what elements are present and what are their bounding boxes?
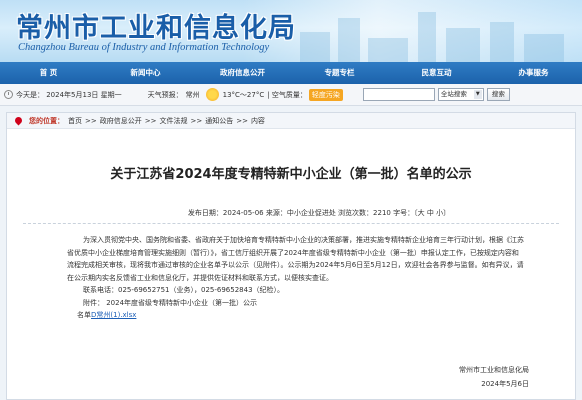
breadcrumb-separator: >> xyxy=(190,116,203,125)
clock-icon xyxy=(4,90,13,99)
breadcrumb-separator: >> xyxy=(144,116,157,125)
breadcrumb-home[interactable]: 首页 xyxy=(68,116,82,126)
info-bar: 今天是： 2024年5月13日 星期一 天气预报： 常州 13°C～27°C |… xyxy=(0,84,582,106)
breadcrumb: 您的位置： 首页 >> 政府信息公开 >> 文件法规 >> 通知公告 >> 内容 xyxy=(7,113,575,129)
article-body: 为深入贯彻党中央、国务院和省委、省政府关于加快培育专精特新中小企业的决策部署，推… xyxy=(7,224,575,322)
content-panel: 您的位置： 首页 >> 政府信息公开 >> 文件法规 >> 通知公告 >> 内容… xyxy=(6,112,576,400)
weather-label: 天气预报： xyxy=(147,90,183,99)
search-button[interactable]: 搜索 xyxy=(486,88,510,101)
air-quality-label: | 空气质量： xyxy=(267,90,307,99)
breadcrumb-separator: >> xyxy=(236,116,248,125)
banner-building xyxy=(490,22,514,62)
banner-building xyxy=(300,32,330,62)
search-input[interactable] xyxy=(362,88,435,101)
search-scope-select[interactable]: 全站搜索 ▼ xyxy=(437,88,484,101)
list-prefix: 名单 xyxy=(77,311,91,319)
font-size-medium-button[interactable]: 中 xyxy=(427,209,434,217)
attachment-file: 名单D常州(1).xlsx xyxy=(67,309,525,322)
site-subtitle: Changzhou Bureau of Industry and Informa… xyxy=(18,42,270,53)
air-quality-badge: 轻度污染 xyxy=(308,88,343,101)
article-title: 关于江苏省2024年度专精特新中小企业（第一批）名单的公示 xyxy=(110,167,472,182)
nav-home[interactable]: 首 页 xyxy=(0,62,97,84)
weather-city: 常州 xyxy=(185,90,200,99)
temperature: 13°C～27°C xyxy=(222,90,265,99)
font-size-large-button[interactable]: 大 xyxy=(418,209,425,217)
breadcrumb-separator: >> xyxy=(85,116,97,125)
site-title: 常州市工业和信息化局 xyxy=(16,13,296,44)
attachment-line: 附件： 2024年度省级专精特新中小企业（第一批）公示 xyxy=(83,298,258,307)
signature-date: 2024年5月6日 xyxy=(481,380,529,388)
banner-building xyxy=(446,28,480,62)
main-nav: 首 页 新闻中心 政府信息公开 专题专栏 民意互动 办事服务 xyxy=(0,62,582,84)
font-size-small-button[interactable]: 小 xyxy=(436,209,443,217)
date-text: 今天是： 2024年5月13日 星期一 xyxy=(16,90,122,99)
contact-line: 联系电话：025-69652751（业务），025-69652843（纪检）。 xyxy=(83,286,285,294)
chevron-down-icon: ▼ xyxy=(473,90,482,99)
nav-interaction[interactable]: 民意互动 xyxy=(388,62,485,84)
breadcrumb-gov-info[interactable]: 政府信息公开 xyxy=(100,116,142,126)
breadcrumb-regulations[interactable]: 文件法规 xyxy=(159,116,187,126)
nav-news[interactable]: 新闻中心 xyxy=(97,62,194,84)
banner-building xyxy=(338,18,360,62)
meta-close: 〕 xyxy=(443,209,451,217)
breadcrumb-label: 您的位置： xyxy=(29,116,64,125)
breadcrumb-notices[interactable]: 通知公告 xyxy=(205,116,233,126)
nav-gov-info[interactable]: 政府信息公开 xyxy=(194,62,291,84)
banner-building xyxy=(418,12,436,62)
banner-building xyxy=(368,38,408,62)
site-banner: 常州市工业和信息化局 Changzhou Bureau of Industry … xyxy=(0,0,582,62)
banner-building xyxy=(524,34,564,62)
article-meta: 发布日期：2024-05-06 来源：中小企业促进处 浏览次数：2210 字号：… xyxy=(7,208,575,218)
sun-icon xyxy=(205,88,219,101)
attachment-link[interactable]: D常州(1).xlsx xyxy=(91,311,136,319)
search-scope-value: 全站搜索 xyxy=(440,90,467,98)
meta-info: 发布日期：2024-05-06 来源：中小企业促进处 浏览次数：2210 字号：… xyxy=(187,209,418,217)
nav-topics[interactable]: 专题专栏 xyxy=(291,62,388,84)
location-pin-icon xyxy=(13,115,24,126)
breadcrumb-current: 内容 xyxy=(250,116,265,125)
paragraph: 为深入贯彻党中央、国务院和省委、省政府关于加快培育专精特新中小企业的决策部署，推… xyxy=(67,236,524,282)
signature-org: 常州市工业和信息化局 xyxy=(459,366,529,374)
nav-services[interactable]: 办事服务 xyxy=(485,62,582,84)
